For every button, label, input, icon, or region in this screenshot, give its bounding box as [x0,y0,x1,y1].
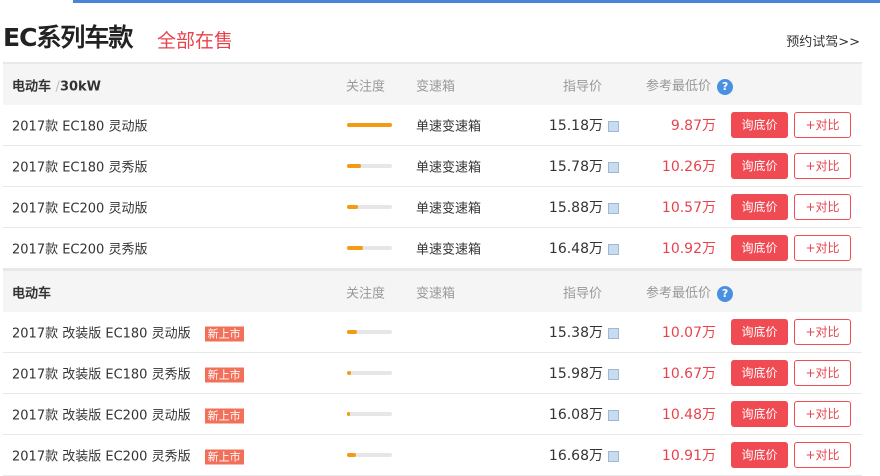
calculator-icon[interactable] [608,161,619,173]
attention-bar [347,164,392,168]
attention-bar [347,412,392,416]
model-name[interactable]: 2017款 EC180 灵动版 [12,116,147,135]
model-name[interactable]: 2017款 EC180 灵秀版 [12,157,147,176]
add-compare-button[interactable]: +对比 [794,442,851,468]
attention-bar [347,205,392,209]
new-badge: 新上市 [204,449,244,465]
new-badge: 新上市 [204,367,244,383]
new-badge: 新上市 [204,408,244,424]
attention-bar [347,246,392,250]
lowest-price: 10.57万 [661,200,716,216]
inquire-price-button[interactable]: 询底价 [731,360,788,386]
calculator-icon[interactable] [608,327,619,339]
add-compare-button[interactable]: +对比 [794,112,851,138]
guide-price: 15.38万 [549,322,619,342]
section-name: 电动车 [12,286,52,301]
add-compare-button[interactable]: +对比 [794,319,851,345]
add-compare-button[interactable]: +对比 [794,153,851,179]
col-attention: 关注度 [346,79,386,94]
guide-price: 16.08万 [549,404,619,424]
gearbox: 单速变速箱 [416,242,482,258]
book-test-drive-link[interactable]: 预约试驾>> [786,31,860,50]
lowest-price: 10.48万 [661,407,716,423]
lowest-price: 10.07万 [661,325,716,341]
table-row: 2017款 改装版 EC200 灵秀版 新上市 16.68万 10.91万 询底价… [3,435,862,476]
model-name[interactable]: 2017款 改装版 EC180 灵秀版 新上市 [12,364,244,383]
gearbox: 单速变速箱 [416,201,482,217]
gearbox: 单速变速箱 [416,160,482,176]
model-name[interactable]: 2017款 EC200 灵秀版 [12,239,147,258]
inquire-price-button[interactable]: 询底价 [731,235,788,261]
calculator-icon[interactable] [608,120,619,132]
section-header: 电动车 关注度 变速箱 指导价 参考最低价? [3,269,862,312]
calculator-icon[interactable] [608,243,619,255]
table-row: 2017款 EC200 灵动版 单速变速箱 15.88万 10.57万 询底价 … [3,187,862,228]
col-gearbox: 变速箱 [416,286,456,301]
model-name[interactable]: 2017款 改装版 EC180 灵动版 新上市 [12,323,244,342]
new-badge: 新上市 [204,326,244,342]
attention-bar [347,453,392,457]
model-table: 电动车 /30kW 关注度 变速箱 指导价 参考最低价? 2017款 EC180 … [3,62,862,476]
calculator-icon[interactable] [608,450,619,462]
guide-price: 15.78万 [549,156,619,176]
lowest-price: 10.91万 [661,448,716,464]
col-guide-price: 指导价 [563,286,603,301]
inquire-price-button[interactable]: 询底价 [731,194,788,220]
help-icon[interactable]: ? [717,78,734,95]
guide-price: 16.48万 [549,238,619,258]
lowest-price: 10.92万 [661,241,716,257]
help-icon[interactable]: ? [717,285,734,302]
table-row: 2017款 EC180 灵动版 单速变速箱 15.18万 9.87万 询底价 +… [3,105,862,146]
inquire-price-button[interactable]: 询底价 [731,153,788,179]
col-gearbox: 变速箱 [416,79,456,94]
table-row: 2017款 EC180 灵秀版 单速变速箱 15.78万 10.26万 询底价 … [3,146,862,187]
calculator-icon[interactable] [608,409,619,421]
guide-price: 15.18万 [549,115,619,135]
tab-all-on-sale[interactable]: 全部在售 [157,26,234,66]
section-header: 电动车 /30kW 关注度 变速箱 指导价 参考最低价? [3,62,862,105]
gearbox: 单速变速箱 [416,119,482,135]
col-attention: 关注度 [346,286,386,301]
col-lowest-price: 参考最低价? [646,75,734,95]
calculator-icon[interactable] [608,368,619,380]
table-row: 2017款 改装版 EC180 灵秀版 新上市 15.98万 10.67万 询底价… [3,353,862,394]
add-compare-button[interactable]: +对比 [794,235,851,261]
col-lowest-price: 参考最低价? [646,282,734,302]
add-compare-button[interactable]: +对比 [794,401,851,427]
section-name: 电动车 /30kW [12,79,102,94]
model-name[interactable]: 2017款 改装版 EC200 灵秀版 新上市 [12,446,244,465]
lowest-price: 9.87万 [670,118,716,134]
guide-price: 16.68万 [549,445,619,465]
inquire-price-button[interactable]: 询底价 [731,442,788,468]
lowest-price: 10.67万 [661,366,716,382]
guide-price: 15.98万 [549,363,619,383]
model-name[interactable]: 2017款 改装版 EC200 灵动版 新上市 [12,405,244,424]
table-row: 2017款 EC200 灵秀版 单速变速箱 16.48万 10.92万 询底价 … [3,228,862,269]
table-row: 2017款 改装版 EC200 灵动版 新上市 16.08万 10.48万 询底价… [3,394,862,435]
attention-bar [347,371,392,375]
attention-bar [347,330,392,334]
inquire-price-button[interactable]: 询底价 [731,319,788,345]
guide-price: 15.88万 [549,197,619,217]
add-compare-button[interactable]: +对比 [794,194,851,220]
inquire-price-button[interactable]: 询底价 [731,112,788,138]
lowest-price: 10.26万 [661,159,716,175]
col-guide-price: 指导价 [563,79,603,94]
table-row: 2017款 改装版 EC180 灵动版 新上市 15.38万 10.07万 询底价… [3,312,862,353]
top-accent-bar [73,0,880,3]
attention-bar [347,123,392,127]
calculator-icon[interactable] [608,202,619,214]
inquire-price-button[interactable]: 询底价 [731,401,788,427]
page-title: EC系列车款 [3,23,133,52]
model-name[interactable]: 2017款 EC200 灵动版 [12,198,147,217]
add-compare-button[interactable]: +对比 [794,360,851,386]
